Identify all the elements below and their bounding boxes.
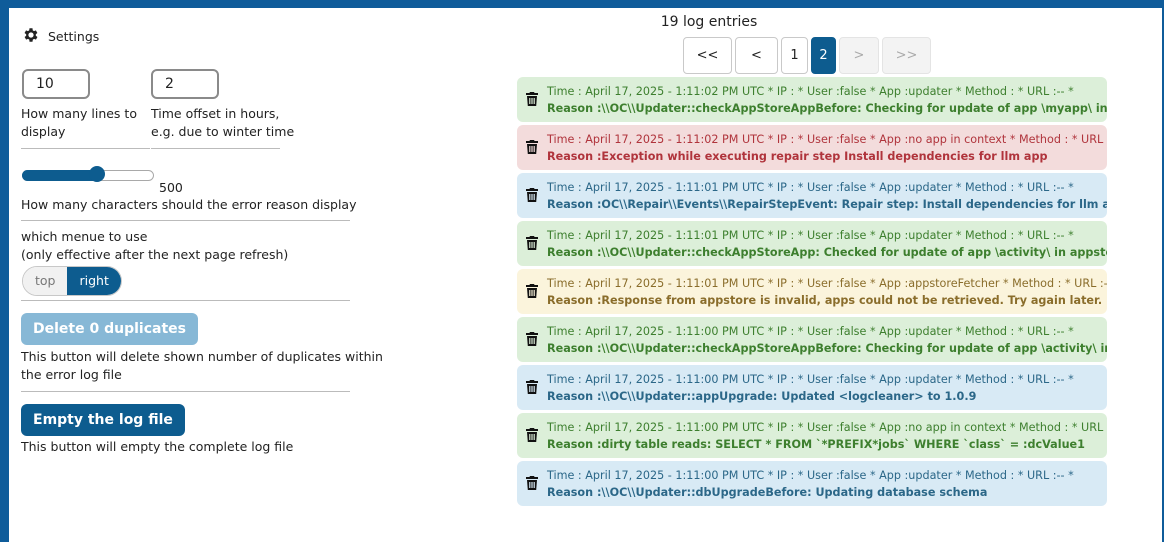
left-window-border: [0, 8, 9, 542]
log-entry-reason: Reason :Exception while executing repair…: [547, 150, 1048, 163]
divider: [21, 148, 150, 149]
reason-length-slider[interactable]: [22, 166, 154, 183]
log-entry: Time : April 17, 2025 - 1:11:01 PM UTC *…: [517, 173, 1107, 218]
log-entry-count: 19 log entries: [660, 14, 758, 30]
lines-to-display-label: How many lines to display: [21, 106, 137, 139]
log-entry: Time : April 17, 2025 - 1:11:02 PM UTC *…: [517, 125, 1107, 170]
log-entry: Time : April 17, 2025 - 1:11:01 PM UTC *…: [517, 269, 1107, 314]
menu-label: which menue to use (only effective after…: [21, 229, 289, 262]
log-entry-reason: Reason :\\OC\\Updater::checkAppStoreApp:…: [547, 246, 1107, 259]
log-entry-reason: Reason :dirty table reads: SELECT * FROM…: [547, 438, 1085, 451]
log-entry-meta: Time : April 17, 2025 - 1:11:00 PM UTC *…: [547, 373, 1074, 386]
log-entry: Time : April 17, 2025 - 1:11:00 PM UTC *…: [517, 317, 1107, 362]
trash-icon[interactable]: [526, 188, 538, 202]
divider: [21, 220, 350, 221]
trash-icon[interactable]: [526, 140, 538, 154]
log-entry-reason: Reason :OC\\Repair\\Events\\RepairStepEv…: [547, 198, 1107, 211]
menu-option-right[interactable]: right: [67, 267, 121, 295]
menu-position-toggle[interactable]: top right: [22, 266, 122, 296]
divider: [21, 391, 350, 392]
log-entry-meta: Time : April 17, 2025 - 1:11:00 PM UTC *…: [547, 421, 1107, 434]
last-page-button[interactable]: >>: [882, 37, 931, 74]
settings-header[interactable]: Settings: [22, 26, 99, 47]
trash-icon[interactable]: [526, 380, 538, 394]
empty-log-button[interactable]: Empty the log file: [21, 404, 185, 436]
log-entry-meta: Time : April 17, 2025 - 1:11:00 PM UTC *…: [547, 469, 1074, 482]
log-entry-reason: Reason :Response from appstore is invali…: [547, 294, 1103, 307]
log-entry-list: Time : April 17, 2025 - 1:11:02 PM UTC *…: [517, 77, 1107, 509]
page-button-2[interactable]: 2: [811, 37, 836, 74]
log-entry: Time : April 17, 2025 - 1:11:02 PM UTC *…: [517, 77, 1107, 122]
slider-value: 500: [159, 180, 183, 195]
log-entry-meta: Time : April 17, 2025 - 1:11:02 PM UTC *…: [547, 133, 1107, 146]
trash-icon[interactable]: [526, 236, 538, 250]
trash-icon[interactable]: [526, 284, 538, 298]
delete-duplicates-button[interactable]: Delete 0 duplicates: [21, 313, 198, 345]
logcleaner-app: Settings How many lines to display Time …: [9, 8, 1162, 542]
slider-label: How many characters should the error rea…: [21, 197, 357, 212]
trash-icon[interactable]: [526, 476, 538, 490]
log-entry-reason: Reason :\\OC\\Updater::checkAppStoreAppB…: [547, 102, 1107, 115]
gear-icon: [22, 26, 40, 47]
slider-fill: [22, 170, 97, 181]
log-entry-meta: Time : April 17, 2025 - 1:11:01 PM UTC *…: [547, 181, 1074, 194]
slider-thumb[interactable]: [89, 166, 105, 182]
menu-option-top[interactable]: top: [23, 267, 68, 295]
page-button-1[interactable]: 1: [781, 37, 808, 74]
log-entry-meta: Time : April 17, 2025 - 1:11:00 PM UTC *…: [547, 325, 1074, 338]
empty-log-description: This button will empty the complete log …: [21, 439, 294, 454]
trash-icon[interactable]: [526, 428, 538, 442]
lines-to-display-input[interactable]: [22, 69, 90, 99]
log-entry: Time : April 17, 2025 - 1:11:00 PM UTC *…: [517, 461, 1107, 506]
log-entry-meta: Time : April 17, 2025 - 1:11:01 PM UTC *…: [547, 277, 1107, 290]
time-offset-input[interactable]: [151, 69, 219, 99]
divider: [151, 148, 280, 149]
divider: [21, 300, 350, 301]
log-entry-reason: Reason :\\OC\\Updater::checkAppStoreAppB…: [547, 342, 1107, 355]
log-entry-meta: Time : April 17, 2025 - 1:11:01 PM UTC *…: [547, 229, 1074, 242]
time-offset-label: Time offset in hours, e.g. due to winter…: [151, 106, 295, 139]
settings-label: Settings: [48, 29, 100, 44]
top-window-border: [0, 0, 1164, 8]
pagination: << < 1 2 > >>: [683, 37, 934, 74]
previous-page-button[interactable]: <: [735, 37, 778, 74]
log-entry-reason: Reason :\\OC\\Updater::dbUpgradeBefore: …: [547, 486, 988, 499]
log-entry-meta: Time : April 17, 2025 - 1:11:02 PM UTC *…: [547, 85, 1074, 98]
log-entry: Time : April 17, 2025 - 1:11:00 PM UTC *…: [517, 413, 1107, 458]
delete-duplicates-description: This button will delete shown number of …: [21, 349, 383, 382]
trash-icon[interactable]: [526, 332, 538, 346]
first-page-button[interactable]: <<: [683, 37, 732, 74]
next-page-button[interactable]: >: [839, 37, 879, 74]
trash-icon[interactable]: [526, 92, 538, 106]
log-entry: Time : April 17, 2025 - 1:11:01 PM UTC *…: [517, 221, 1107, 266]
log-entry-reason: Reason :\\OC\\Updater::appUpgrade: Updat…: [547, 390, 977, 403]
log-entry: Time : April 17, 2025 - 1:11:00 PM UTC *…: [517, 365, 1107, 410]
